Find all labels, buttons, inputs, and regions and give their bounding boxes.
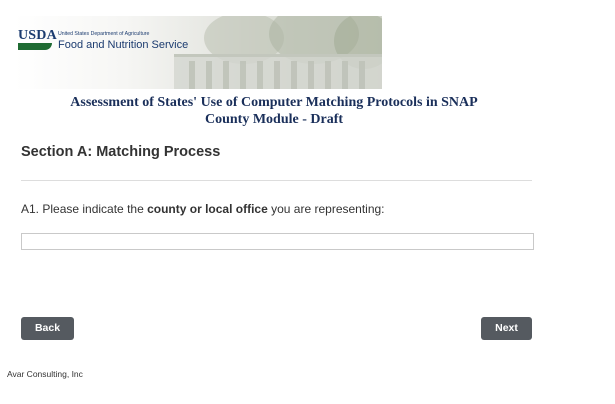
county-office-input[interactable] <box>21 233 534 250</box>
department-name: United States Department of Agriculture <box>58 31 150 37</box>
section-divider <box>21 180 532 181</box>
section-heading: Section A: Matching Process <box>21 144 221 160</box>
question-prefix: A1. Please indicate the <box>21 202 148 216</box>
question-text: A1. Please indicate the county or local … <box>21 202 385 216</box>
title-line-2: County Module - Draft <box>204 112 344 127</box>
next-button[interactable]: Next <box>481 317 532 340</box>
footer-credit: Avar Consulting, Inc <box>7 369 83 379</box>
usda-logo: USDA United States Department of Agricul… <box>18 28 188 62</box>
usda-swoosh-icon <box>18 43 52 50</box>
title-line-1: Assessment of States' Use of Computer Ma… <box>70 95 478 110</box>
survey-page: USDA United States Department of Agricul… <box>0 0 615 404</box>
question-suffix: you are representing: <box>267 202 385 216</box>
page-title: Assessment of States' Use of Computer Ma… <box>14 94 534 128</box>
header-banner: USDA United States Department of Agricul… <box>14 16 382 89</box>
question-emphasis: county or local office <box>147 202 268 216</box>
usda-mark: USDA <box>18 28 57 43</box>
back-button[interactable]: Back <box>21 317 74 340</box>
agency-name: Food and Nutrition Service <box>58 39 189 51</box>
